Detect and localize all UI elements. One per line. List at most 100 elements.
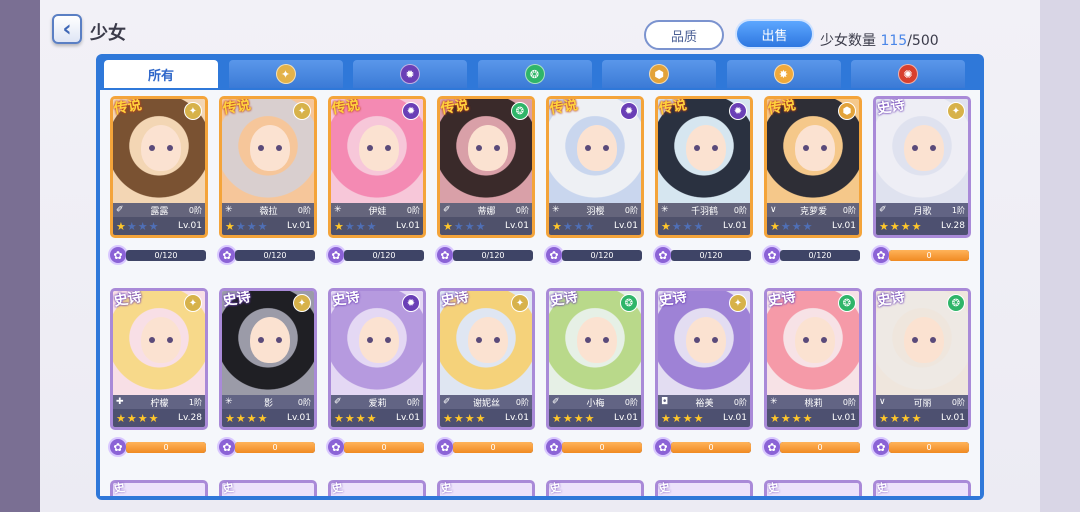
- rarity-badge: 史: [439, 480, 453, 496]
- character-card[interactable]: 史诗 ❂ ∨ 可丽 0阶 ★ ★ ★ ★ Lv.01: [873, 288, 971, 430]
- character-card-partial[interactable]: 史: [219, 480, 317, 496]
- progress-bar: 0/120: [344, 250, 424, 261]
- character-card-partial[interactable]: 史: [110, 480, 208, 496]
- character-card[interactable]: 史诗 ❂ ✐ 小梅 0阶 ★ ★ ★ ★ Lv.01: [546, 288, 644, 430]
- star-icon: ★: [453, 411, 464, 425]
- star-icon: ★: [682, 219, 693, 233]
- flower-gem-icon: ✿: [217, 245, 237, 265]
- tab-wings[interactable]: ✦: [228, 60, 343, 88]
- count-current: 115: [880, 33, 908, 49]
- star-icon: ★: [791, 219, 802, 233]
- star-icon: ★: [900, 411, 911, 425]
- character-card[interactable]: 传说 ✦ ✳ 薇拉 0阶 ★ ★ ★ ★ Lv.01: [219, 96, 317, 238]
- character-card[interactable]: 史诗 ✦ ◘ 裕美 0阶 ★ ★ ★ ★ Lv.01: [655, 288, 753, 430]
- back-button[interactable]: ‹: [52, 14, 82, 44]
- dark-emblem-icon: ✹: [400, 64, 420, 84]
- fragment-progress: ✿ 0/120: [108, 245, 208, 265]
- class-icon: ✐: [334, 397, 342, 407]
- fragment-progress: ✿ 0: [217, 437, 317, 457]
- character-eyes: [585, 337, 609, 343]
- wings-emblem-icon: ✦: [275, 64, 296, 84]
- sell-button[interactable]: 出售: [735, 19, 814, 49]
- character-card[interactable]: 史诗 ✦ ✚ 柠檬 1阶 ★ ★ ★ ★ Lv.28: [110, 288, 208, 430]
- tab-dark[interactable]: ✹: [353, 60, 467, 88]
- flower-gem-icon: ✿: [762, 437, 782, 457]
- character-card-partial[interactable]: 史: [328, 480, 426, 496]
- tab-all[interactable]: 所有: [104, 60, 218, 88]
- rarity-badge: 史诗: [330, 288, 361, 310]
- star-rating: ★ ★ ★ ★ Lv.01: [549, 217, 641, 235]
- fragment-progress: ✿ 0: [326, 437, 426, 457]
- character-card[interactable]: 史诗 ✦ ✐ 月歌 1阶 ★ ★ ★ ★ Lv.28: [873, 96, 971, 238]
- rarity-badge: 史诗: [548, 288, 579, 310]
- rarity-badge: 传说: [766, 96, 797, 118]
- flower-gem-icon: ✿: [871, 437, 891, 457]
- character-card[interactable]: 史诗 ✦ ✳ 影 0阶 ★ ★ ★ ★ Lv.01: [219, 288, 317, 430]
- character-card[interactable]: 史诗 ✹ ✐ 爱莉 0阶 ★ ★ ★ ★ Lv.01: [328, 288, 426, 430]
- character-eyes: [476, 145, 500, 151]
- character-card[interactable]: 传说 ✹ ✳ 羽樱 0阶 ★ ★ ★ ★ Lv.01: [546, 96, 644, 238]
- fragment-progress: ✿ 0/120: [544, 245, 644, 265]
- star-icon: ★: [257, 219, 268, 233]
- character-card[interactable]: 传说 ❂ ✐ 蒂娜 0阶 ★ ★ ★ ★ Lv.01: [437, 96, 535, 238]
- character-card[interactable]: 史诗 ❂ ✳ 桃莉 0阶 ★ ★ ★ ★ Lv.01: [764, 288, 862, 430]
- character-eyes: [367, 337, 391, 343]
- character-info: ✐ 露露 0阶: [113, 203, 205, 217]
- class-icon: ✳: [334, 205, 342, 215]
- tab-sun[interactable]: ✸: [726, 60, 841, 88]
- character-eyes: [803, 145, 827, 151]
- class-icon: ✐: [879, 205, 887, 215]
- star-icon: ★: [148, 411, 159, 425]
- character-card-partial[interactable]: 史: [546, 480, 644, 496]
- light-element-icon: ✦: [293, 102, 311, 120]
- character-card[interactable]: 史诗 ✦ ✐ 谢妮丝 0阶 ★ ★ ★ ★ Lv.01: [437, 288, 535, 430]
- fragment-progress: ✿ 0: [544, 437, 644, 457]
- flower-gem-icon: ✿: [435, 245, 455, 265]
- character-eyes: [149, 337, 173, 343]
- character-name: 柠檬: [150, 398, 169, 409]
- tab-shield[interactable]: ⬢: [602, 60, 716, 88]
- tab-wind[interactable]: ❂: [477, 60, 592, 88]
- card-grid[interactable]: 传说 ✦ ✐ 露露 0阶 ★ ★ ★ ★ Lv.01 ✿ 0/120 传说 ✦ ✳ 薇拉…: [100, 90, 980, 496]
- character-name: 露露: [150, 206, 169, 217]
- character-name: 千羽鹤: [690, 206, 718, 217]
- character-card[interactable]: 传说 ⬢ ∨ 克萝爱 0阶 ★ ★ ★ ★ Lv.01: [764, 96, 862, 238]
- star-rating: ★ ★ ★ ★ Lv.01: [440, 409, 532, 427]
- character-info: ✚ 柠檬 1阶: [113, 395, 205, 409]
- character-name: 可丽: [913, 398, 932, 409]
- progress-bar: 0/120: [453, 250, 533, 261]
- character-card-partial[interactable]: 史: [437, 480, 535, 496]
- progress-bar: 0/120: [235, 250, 315, 261]
- sort-quality-button[interactable]: 品质: [644, 20, 724, 50]
- wind-element-icon: ❂: [947, 294, 965, 312]
- character-name: 爱莉: [368, 398, 387, 409]
- fragment-progress: ✿ 0/120: [653, 245, 753, 265]
- star-rating: ★ ★ ★ ★ Lv.01: [658, 217, 750, 235]
- character-level: Lv.01: [505, 221, 529, 231]
- character-card[interactable]: 传说 ✦ ✐ 露露 0阶 ★ ★ ★ ★ Lv.01: [110, 96, 208, 238]
- count-label: 少女数量: [820, 33, 876, 49]
- character-card[interactable]: 传说 ✹ ✳ 千羽鹤 0阶 ★ ★ ★ ★ Lv.01: [655, 96, 753, 238]
- progress-text: 0/120: [590, 251, 614, 260]
- character-level: Lv.01: [505, 413, 529, 423]
- star-icon: ★: [443, 411, 453, 425]
- star-rating: ★ ★ ★ ★ Lv.28: [113, 409, 205, 427]
- character-card-partial[interactable]: 史: [764, 480, 862, 496]
- character-name: 伊娃: [368, 206, 387, 217]
- character-card-partial[interactable]: 史: [655, 480, 753, 496]
- fragment-progress: ✿ 0/120: [435, 245, 535, 265]
- star-rating: ★ ★ ★ ★ Lv.28: [876, 217, 968, 235]
- character-eyes: [585, 145, 609, 151]
- sun-emblem-icon: ✸: [773, 64, 794, 84]
- character-card[interactable]: 传说 ✹ ✳ 伊娃 0阶 ★ ★ ★ ★ Lv.01: [328, 96, 426, 238]
- star-icon: ★: [464, 411, 475, 425]
- star-icon: ★: [453, 219, 464, 233]
- wind-emblem-icon: ❂: [524, 64, 545, 84]
- star-icon: ★: [802, 219, 813, 233]
- progress-text: 0/120: [481, 251, 505, 260]
- tab-fire[interactable]: ✺: [851, 60, 965, 88]
- character-level: Lv.28: [941, 221, 965, 231]
- character-card-partial[interactable]: 史: [873, 480, 971, 496]
- star-icon: ★: [562, 219, 573, 233]
- rarity-badge: 史诗: [112, 288, 143, 310]
